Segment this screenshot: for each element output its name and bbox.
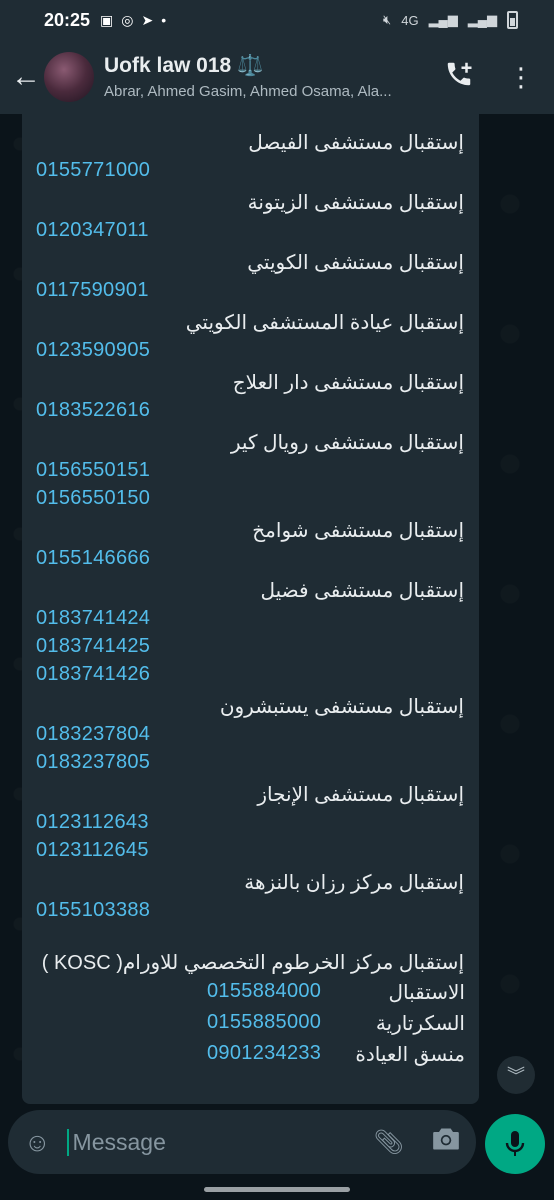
kosc-phone-link[interactable]: 0155884000 [207,980,321,1003]
kosc-phone-link[interactable]: 0155885000 [207,1011,321,1034]
voice-record-button[interactable] [485,1114,545,1174]
telegram-icon: ➤ [141,11,154,28]
chat-info[interactable]: Uofk law 018 ⚖️ Abrar, Ahmed Gasim, Ahme… [104,54,444,100]
phone-link[interactable]: 0123112645 [36,839,149,862]
gesture-nav-handle[interactable] [204,1187,350,1192]
contact-label: إستقبال مستشفى الزيتونة [247,192,464,214]
contact-label: إستقبال مستشفى رويال كير [230,432,464,454]
contact-label: إستقبال مستشفى الإنجاز [257,784,464,806]
phone-link[interactable]: 0155146666 [36,547,150,570]
group-members: Abrar, Ahmed Gasim, Ahmed Osama, Ala... [104,83,392,100]
back-arrow-icon[interactable]: ← [8,60,44,94]
phone-link[interactable]: 0183237805 [36,751,150,774]
phone-link[interactable]: 0117590901 [36,279,149,302]
dot-icon: • [161,12,167,28]
contact-label: إستقبال مستشفى فضيل [260,580,464,602]
chat-area[interactable]: إستقبال مستشفى الفيصل 0155771000 إستقبال م… [0,114,554,1104]
phone-link[interactable]: 0123112643 [36,811,149,834]
phone-link[interactable]: 0156550150 [36,487,150,510]
phone-link[interactable]: 0183522616 [36,399,150,422]
contact-label: إستقبال مستشفى الكويتي [247,252,464,274]
contact-label: إستقبال مستشفى دار العلاج [232,372,464,394]
group-title: Uofk law 018 ⚖️ [104,54,264,77]
contact-label: إستقبال مركز الخرطوم التخصصي للاورام( KO… [41,952,464,974]
phone-link[interactable]: 0155771000 [36,159,150,182]
camera-svg [433,1128,459,1149]
contact-label: إستقبال مستشفى الفيصل [248,132,464,154]
signal-icon-2: ▂▄▆ [467,12,497,27]
status-right: 🔇︎ 4G ▂▄▆ ▂▄▆ [383,11,518,29]
contact-label: إستقبال مركز رزان بالنزهة [244,872,464,894]
phone-link[interactable]: 0155103388 [36,899,150,922]
phone-link[interactable]: 0183741426 [36,663,150,686]
phone-link[interactable]: 0120347011 [36,219,149,242]
contact-label: إستقبال مستشفى يستبشرون [219,696,464,718]
kosc-label: السكرتارية [375,1013,465,1035]
signal-icon: ▂▄▆ [428,12,458,27]
kosc-label: منسق العيادة [355,1044,465,1066]
more-options-icon[interactable]: ⋮ [508,62,534,93]
attach-icon[interactable]: 📎︎ [374,1128,404,1157]
message-composer: ☺ 📎︎ [8,1110,476,1174]
chat-header: ← Uofk law 018 ⚖️ Abrar, Ahmed Gasim, Ah… [0,40,554,114]
kosc-phone-link[interactable]: 0901234233 [207,1042,321,1065]
scroll-down-button[interactable]: ︾ [497,1056,535,1094]
phone-link[interactable]: 0123590905 [36,339,150,362]
kosc-label: الاستقبال [388,982,465,1004]
chevron-down-icon: ︾ [507,1066,525,1086]
emoji-icon[interactable]: ☺ [24,1127,51,1158]
status-time: 20:25 [44,9,91,30]
camera-icon[interactable] [432,1127,460,1158]
status-bar: 20:25 ▣ ◎ ➤ • 🔇︎ 4G ▂▄▆ ▂▄▆ [0,0,554,40]
add-call-svg [447,62,472,85]
network-type: 4G [401,12,419,28]
group-avatar[interactable] [44,52,94,102]
contact-label: إستقبال مستشفى شوامخ [252,520,464,542]
mic-icon [505,1131,525,1156]
phone-link[interactable]: 0156550151 [36,459,150,482]
notification-icons: ▣ ◎ ➤ • [100,12,166,29]
instagram-icon: ◎ [121,11,134,28]
message-input[interactable] [66,1128,374,1156]
mute-icon: 🔇︎ [383,12,392,27]
message-bubble[interactable]: إستقبال مستشفى الفيصل 0155771000 إستقبال م… [22,114,479,1104]
add-call-icon[interactable] [444,59,474,96]
phone-link[interactable]: 0183741425 [36,635,150,658]
phone-link[interactable]: 0183741424 [36,607,150,630]
contact-label: إستقبال عيادة المستشفى الكويتي [185,312,464,334]
phone-link[interactable]: 0183237804 [36,723,150,746]
gallery-icon: ▣ [100,11,114,28]
battery-icon [507,11,518,29]
